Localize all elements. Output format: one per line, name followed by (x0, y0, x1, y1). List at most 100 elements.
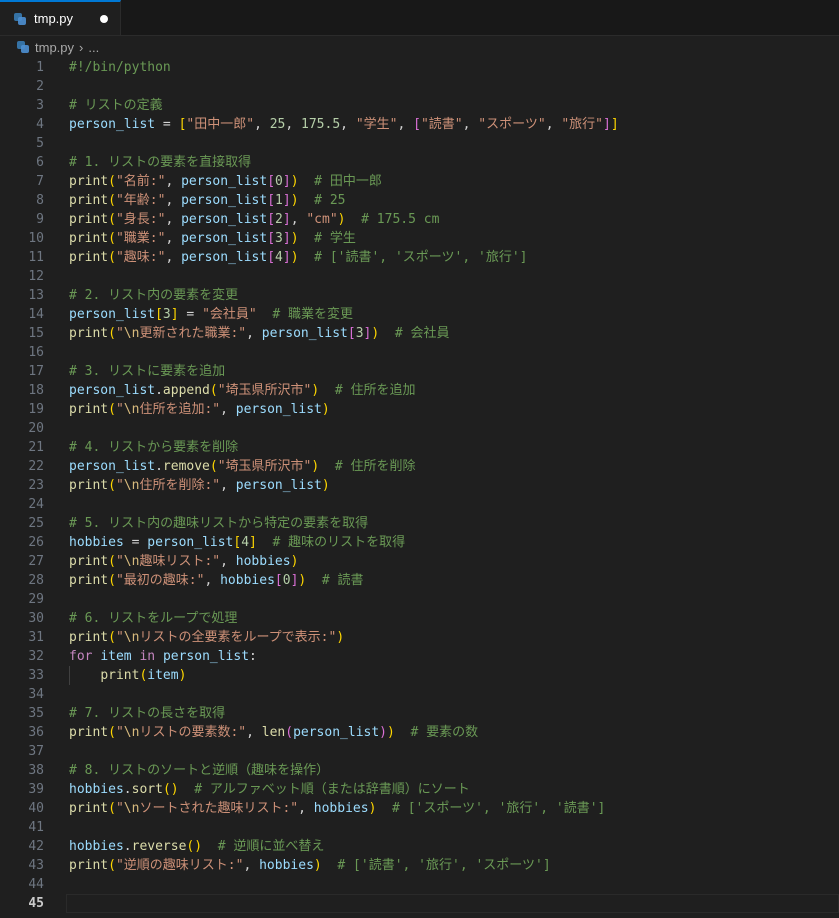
code-token: person_list (69, 307, 156, 322)
code-line[interactable] (69, 875, 839, 894)
code-line[interactable]: # 3. リストに要素を追加 (69, 362, 839, 381)
breadcrumb-file[interactable]: tmp.py (35, 40, 74, 55)
code-token: "年齢:" (115, 193, 166, 208)
line-number: 2 (36, 79, 44, 94)
code-line[interactable] (69, 685, 839, 704)
code-token: person_list (181, 212, 268, 227)
code-token: ( (108, 193, 116, 208)
code-token: ) (313, 858, 322, 873)
line-number: 42 (28, 839, 44, 854)
code-line[interactable] (69, 343, 839, 362)
line-number: 28 (28, 573, 44, 588)
code-line[interactable]: print("\nリストの要素数:", len(person_list)) # … (69, 723, 839, 742)
code-token: ソートされた趣味リスト:" (139, 801, 299, 816)
code-token: reverse (131, 839, 187, 854)
code-token: ( (108, 573, 116, 588)
code-token: # 読書 (321, 573, 364, 588)
code-token: "スポーツ" (478, 117, 546, 132)
code-token: "会社員" (202, 307, 257, 322)
code-line[interactable]: person_list.remove("埼玉県所沢市") # 住所を削除 (69, 457, 839, 476)
code-token: "読書" (420, 117, 463, 132)
code-line[interactable]: print("\n更新された職業:", person_list[3]) # 会社… (69, 324, 839, 343)
breadcrumb-symbols[interactable]: ... (88, 40, 99, 55)
code-line[interactable] (69, 77, 839, 96)
code-line[interactable]: #!/bin/python (69, 58, 839, 77)
code-area[interactable]: #!/bin/python # リストの定義 person_list = ["田中一… (69, 58, 839, 913)
tab-tmp-py[interactable]: tmp.py (0, 0, 121, 35)
code-line[interactable]: person_list = ["田中一郎", 25, 175.5, "学生", … (69, 115, 839, 134)
code-line[interactable] (69, 818, 839, 837)
code-line[interactable] (69, 134, 839, 153)
code-line[interactable]: person_list[3] = "会社員" # 職業を変更 (69, 305, 839, 324)
code-token: ( (108, 478, 116, 493)
code-line[interactable]: print("身長:", person_list[2], "cm") # 175… (69, 210, 839, 229)
line-number: 15 (28, 326, 44, 341)
code-line[interactable] (69, 742, 839, 761)
code-token: 0 (282, 573, 291, 588)
code-token: # 会社員 (394, 326, 450, 341)
code-line[interactable]: # リストの定義 (69, 96, 839, 115)
line-number: 13 (28, 288, 44, 303)
code-line[interactable]: print("\n趣味リスト:", hobbies) (69, 552, 839, 571)
unsaved-dot-icon[interactable] (100, 15, 108, 23)
python-file-icon (14, 12, 26, 25)
code-line[interactable]: hobbies.reverse() # 逆順に並べ替え (69, 837, 839, 856)
code-line[interactable]: # 1. リストの要素を直接取得 (69, 153, 839, 172)
code-line[interactable]: # 6. リストをループで処理 (69, 609, 839, 628)
code-token: [ (267, 212, 276, 227)
code-line[interactable]: print("職業:", person_list[3]) # 学生 (69, 229, 839, 248)
code-line[interactable]: print("名前:", person_list[0]) # 田中一郎 (69, 172, 839, 191)
code-line[interactable] (69, 495, 839, 514)
line-number: 40 (28, 801, 44, 816)
code-token: , (340, 117, 356, 132)
code-token: print (69, 801, 109, 816)
code-token: sort (131, 782, 163, 797)
code-token: " (115, 630, 124, 645)
code-token: "名前:" (115, 174, 166, 189)
code-line[interactable]: hobbies.sort() # アルファベット順（または辞書順）にソート (69, 780, 839, 799)
line-number: 39 (28, 782, 44, 797)
code-token: hobbies (69, 839, 124, 854)
code-line[interactable]: print("\nソートされた趣味リスト:", hobbies) # ['スポー… (69, 799, 839, 818)
code-token: = (178, 307, 203, 322)
code-token: [ (347, 326, 356, 341)
code-line[interactable]: print("年齢:", person_list[1]) # 25 (69, 191, 839, 210)
code-token: hobbies (313, 801, 369, 816)
code-token: # 7. リストの長さを取得 (69, 706, 226, 721)
code-token: "旅行" (561, 117, 603, 132)
code-line[interactable]: print("趣味:", person_list[4]) # ['読書', 'ス… (69, 248, 839, 267)
code-token: person_list (69, 117, 156, 132)
code-editor[interactable]: 1 2 3 4 5 6 7 8 9 10 11 12 13 14 15 16 17 18 19 20 21 22 23 24 2… (0, 58, 839, 918)
code-line[interactable]: print("最初の趣味:", hobbies[0]) # 読書 (69, 571, 839, 590)
code-line[interactable]: print(item) (69, 666, 839, 685)
code-line[interactable]: # 2. リスト内の要素を変更 (69, 286, 839, 305)
code-token: \n (123, 402, 140, 417)
code-line[interactable]: for item in person_list: (69, 647, 839, 666)
code-token: item (100, 649, 132, 664)
code-line[interactable]: # 8. リストのソートと逆順（趣味を操作） (69, 761, 839, 780)
code-token: リストの全要素をループで表示:" (139, 630, 337, 645)
code-line[interactable]: # 5. リスト内の趣味リストから特定の要素を取得 (69, 514, 839, 533)
code-line[interactable]: person_list.append("埼玉県所沢市") # 住所を追加 (69, 381, 839, 400)
code-line[interactable]: # 7. リストの長さを取得 (69, 704, 839, 723)
code-token: # アルファベット順（または辞書順）にソート (194, 782, 470, 797)
code-line[interactable] (69, 590, 839, 609)
code-token: ( (209, 459, 218, 474)
code-line[interactable] (66, 894, 839, 913)
code-line[interactable]: print("\n住所を追加:", person_list) (69, 400, 839, 419)
code-line[interactable]: # 4. リストから要素を削除 (69, 438, 839, 457)
code-line[interactable]: hobbies = person_list[4] # 趣味のリストを取得 (69, 533, 839, 552)
code-token: , (204, 573, 221, 588)
code-line[interactable] (69, 419, 839, 438)
code-token: hobbies (235, 554, 291, 569)
code-line[interactable]: print("\n住所を削除:", person_list) (69, 476, 839, 495)
code-line[interactable] (69, 267, 839, 286)
code-line[interactable]: print("\nリストの全要素をループで表示:") (69, 628, 839, 647)
code-line[interactable]: print("逆順の趣味リスト:", hobbies) # ['読書', '旅行… (69, 856, 839, 875)
code-token: " (115, 326, 124, 341)
code-token: ) (321, 478, 330, 493)
